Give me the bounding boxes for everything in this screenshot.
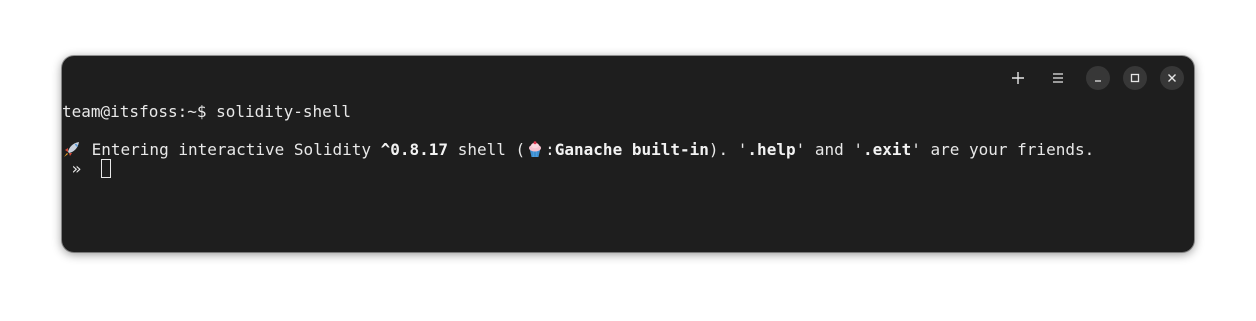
- hamburger-menu-icon: [1053, 73, 1063, 83]
- terminal-window: team@itsfoss:~$ solidity-shell Entering …: [62, 56, 1194, 252]
- new-tab-button[interactable]: [1006, 66, 1030, 90]
- rocket-icon: [62, 141, 82, 158]
- menu-button[interactable]: [1046, 66, 1070, 90]
- input-prompt: »: [62, 159, 91, 178]
- banner-line: Entering interactive Solidity ^0.8.17 sh…: [62, 140, 1094, 159]
- solidity-version: ^0.8.17: [380, 140, 449, 159]
- plus-icon: [1012, 72, 1024, 84]
- text-cursor: [100, 159, 111, 178]
- shell-prompt: team@itsfoss:~$: [62, 102, 207, 121]
- close-button[interactable]: [1160, 66, 1184, 90]
- maximize-button[interactable]: [1123, 66, 1147, 90]
- terminal-output[interactable]: team@itsfoss:~$ solidity-shell Entering …: [62, 100, 1194, 252]
- help-command: .help: [747, 140, 796, 159]
- minimize-icon: [1095, 80, 1101, 82]
- exit-command: .exit: [863, 140, 912, 159]
- command-line: team@itsfoss:~$ solidity-shell: [62, 102, 351, 121]
- input-line[interactable]: »: [62, 159, 111, 178]
- cupcake-icon: [525, 141, 545, 158]
- command-text: solidity-shell: [216, 102, 351, 121]
- header-bar: [62, 56, 1194, 100]
- ganache-label: Ganache built-in: [554, 140, 709, 159]
- maximize-icon: [1130, 73, 1140, 83]
- minimize-button[interactable]: [1086, 66, 1110, 90]
- close-icon: [1168, 74, 1176, 82]
